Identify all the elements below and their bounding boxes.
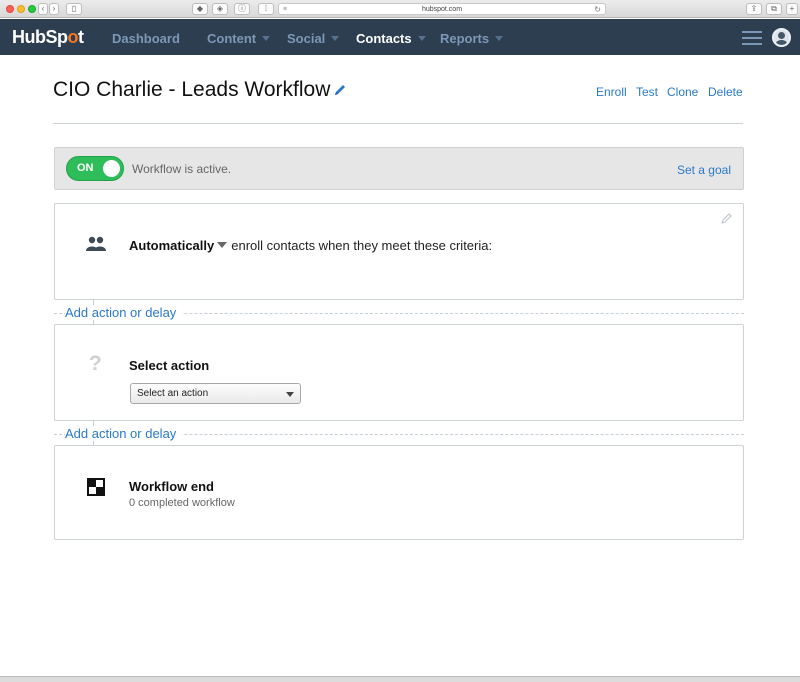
workflow-status-bar: ON Workflow is active. Set a goal [54, 147, 744, 190]
back-icon[interactable]: ‹ [38, 3, 48, 15]
clone-link[interactable]: Clone [667, 85, 698, 99]
chevron-down-icon [495, 36, 504, 41]
logo-sprocket: o [67, 27, 79, 47]
top-navigation: HubSpot Dashboard Content Social Contact… [0, 19, 800, 55]
share-ext-icon[interactable]: ⁞ [258, 3, 274, 15]
action-select-value: Select an action [137, 388, 209, 399]
header-divider [53, 123, 743, 124]
url-text: hubspot.com [421, 6, 463, 13]
pocket-icon[interactable]: ◆ [192, 3, 208, 15]
hubspot-logo[interactable]: HubSpot [12, 27, 84, 48]
action-title: Select action [129, 358, 210, 373]
sidebar-icon[interactable]: ▯ [66, 3, 82, 15]
trigger-criteria: Automatically enroll contacts when they m… [129, 238, 492, 253]
test-link[interactable]: Test [636, 85, 658, 99]
finish-flag-icon [87, 478, 105, 496]
enrollment-trigger-card[interactable]: Automatically enroll contacts when they m… [54, 203, 744, 300]
nav-dashboard[interactable]: Dashboard [112, 31, 180, 46]
edit-pencil-icon[interactable] [721, 212, 733, 224]
logo-text-end: t [78, 27, 84, 47]
chevron-down-icon [262, 36, 271, 41]
edit-title-icon[interactable] [333, 83, 347, 97]
nav-reports[interactable]: Reports [440, 31, 504, 46]
dropdown-arrow-icon [286, 392, 294, 397]
contacts-icon [86, 236, 106, 251]
delete-link[interactable]: Delete [708, 85, 743, 99]
caret-down-icon[interactable] [217, 242, 228, 248]
add-action-link[interactable]: Add action or delay [65, 426, 183, 441]
nav-social[interactable]: Social [287, 31, 340, 46]
hamburger-menu-icon[interactable] [742, 31, 762, 45]
workflow-end-card: Workflow end 0 completed workflow [54, 445, 744, 540]
browser-toolbar: ‹ › ▯ ◆ ◈ ⓘ ⁞ ≡ hubspot.com ↻ ⇪ ⧉ + [0, 0, 800, 18]
add-action-link[interactable]: Add action or delay [65, 305, 183, 320]
workflow-active-toggle[interactable]: ON [66, 156, 124, 181]
new-tab-icon[interactable]: + [786, 3, 798, 15]
page-title: CIO Charlie - Leads Workflow [53, 78, 331, 101]
completed-count: 0 completed workflow [129, 497, 235, 509]
trigger-text: enroll contacts when they meet these cri… [231, 238, 493, 253]
toggle-knob [103, 160, 120, 177]
page-icon: ≡ [283, 6, 288, 13]
status-text: Workflow is active. [132, 162, 232, 176]
logo-text: HubSp [12, 27, 68, 47]
zoom-window-button[interactable] [28, 5, 36, 13]
window-bottom-edge [0, 676, 800, 682]
nav-content[interactable]: Content [207, 31, 271, 46]
nav-reports-label: Reports [440, 31, 490, 46]
minimize-window-button[interactable] [17, 5, 25, 13]
close-window-button[interactable] [6, 5, 14, 13]
reader-icon[interactable]: ◈ [212, 3, 228, 15]
chevron-down-icon [417, 36, 426, 41]
set-goal-link[interactable]: Set a goal [677, 163, 731, 177]
workflow-end-title: Workflow end [129, 479, 214, 494]
enroll-mode-dropdown[interactable]: Automatically [129, 238, 214, 253]
nav-social-label: Social [287, 31, 326, 46]
address-bar[interactable]: ≡ hubspot.com ↻ [278, 3, 606, 15]
question-mark-icon: ? [89, 352, 102, 375]
info-icon[interactable]: ⓘ [234, 3, 250, 15]
action-select[interactable]: Select an action [130, 383, 301, 404]
user-avatar[interactable] [772, 28, 791, 47]
tabs-icon[interactable]: ⧉ [766, 3, 782, 15]
action-card: ? Select action Select an action [54, 324, 744, 421]
chevron-down-icon [331, 36, 340, 41]
nav-contacts[interactable]: Contacts [356, 31, 426, 46]
nav-dashboard-label: Dashboard [112, 31, 180, 46]
toggle-label: ON [77, 162, 94, 174]
nav-content-label: Content [207, 31, 257, 46]
forward-icon[interactable]: › [49, 3, 59, 15]
enroll-link[interactable]: Enroll [596, 85, 627, 99]
share-icon[interactable]: ⇪ [746, 3, 762, 15]
reload-icon[interactable]: ↻ [594, 4, 601, 15]
nav-contacts-label: Contacts [356, 31, 412, 46]
